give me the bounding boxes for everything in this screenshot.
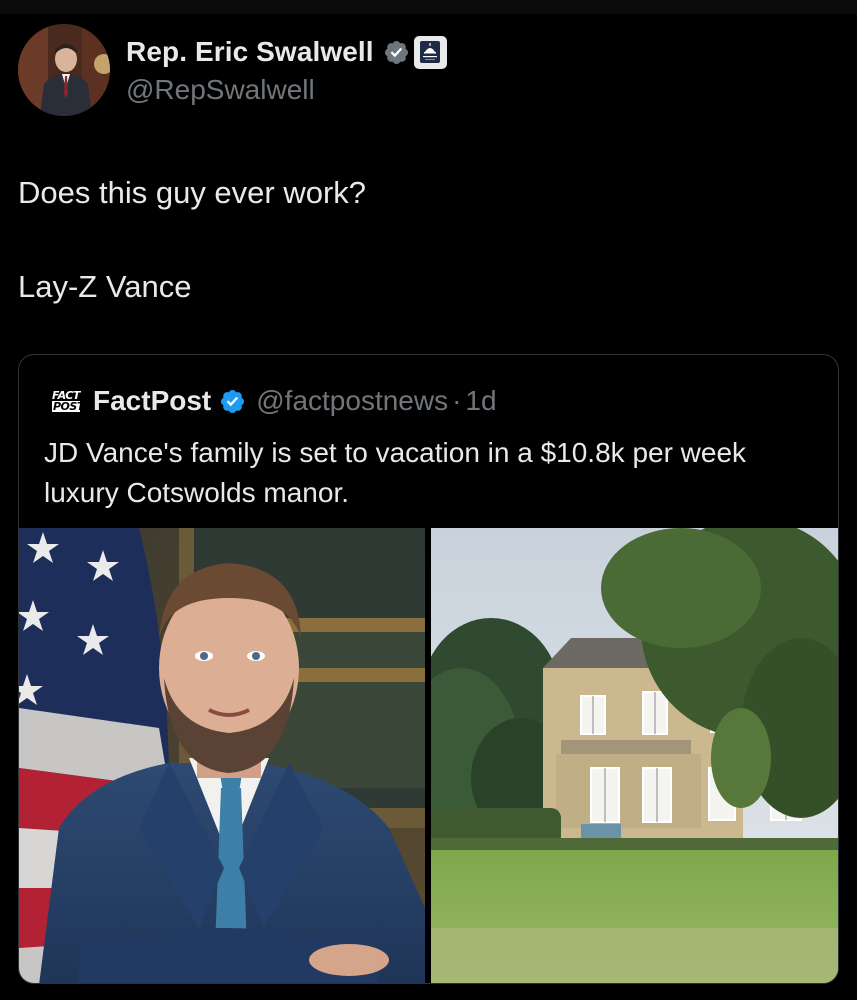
quoted-post-media [19, 528, 838, 983]
post-text: Does this guy ever work? Lay-Z Vance [18, 170, 818, 310]
author-name-row: Rep. Eric Swalwell [126, 34, 447, 70]
top-strip [0, 0, 857, 14]
post-text-line: Lay-Z Vance [18, 269, 192, 304]
portrait-photo [19, 528, 425, 983]
post-timestamp[interactable]: 1d [465, 385, 496, 417]
media-image-portrait[interactable] [19, 528, 425, 983]
avatar[interactable] [18, 24, 110, 116]
quoted-author-name[interactable]: FactPost [93, 385, 211, 417]
manor-photo [431, 528, 838, 983]
capitol-government-badge-icon [413, 35, 447, 69]
post-text-line: Does this guy ever work? [18, 175, 367, 210]
quoted-post-card[interactable]: FACT POST FactPost @factpostnews · 1d JD… [18, 354, 839, 984]
quoted-author-handle[interactable]: @factpostnews [256, 385, 448, 417]
logo-text-bottom: POST [52, 400, 84, 413]
quoted-post-header: FACT POST FactPost @factpostnews · 1d [52, 383, 497, 419]
avatar-image [18, 24, 110, 116]
verified-badge-icon [221, 389, 245, 413]
post-author: Rep. Eric Swalwell @RepSwalwell [18, 24, 718, 120]
author-name[interactable]: Rep. Eric Swalwell [126, 36, 374, 68]
author-handle[interactable]: @RepSwalwell [126, 74, 315, 106]
separator-dot: · [452, 385, 462, 416]
media-image-manor[interactable] [431, 528, 838, 983]
verified-badge-icon [384, 40, 408, 64]
capitol-icon [420, 41, 441, 63]
quoted-post-text: JD Vance's family is set to vacation in … [44, 437, 747, 508]
factpost-logo[interactable]: FACT POST [52, 386, 84, 416]
